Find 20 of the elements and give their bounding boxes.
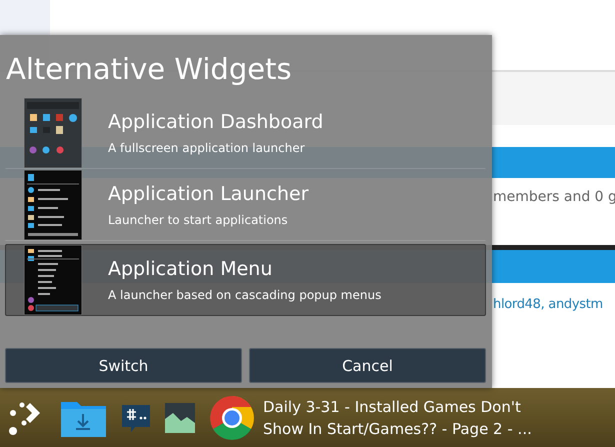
widget-item[interactable]: Application Dashboard A fullscreen application launcher: [5, 97, 486, 169]
dialog-title: Alternative Widgets: [6, 51, 292, 88]
widget-name: Application Dashboard: [108, 111, 324, 133]
preview-drawing: [24, 170, 82, 240]
dialog-button[interactable]: Cancel: [249, 348, 486, 383]
widget-description: A launcher based on cascading popup menus: [108, 288, 382, 302]
image-viewer-icon[interactable]: [165, 402, 195, 432]
widget-description: Launcher to start applications: [108, 213, 288, 227]
member-link[interactable]: hlord48, andystm: [493, 296, 603, 312]
chrome-icon[interactable]: [209, 394, 255, 440]
preview-drawing: [24, 245, 82, 315]
widget-name: Application Menu: [108, 258, 272, 280]
widget-item[interactable]: Application Menu A launcher based on cascading popup menus: [5, 244, 486, 316]
window-title[interactable]: Daily 3-31 - Installed Games Don't Show In Start/Games?? - Page 2 - ...: [263, 396, 533, 440]
widget-item[interactable]: Application Launcher Launcher to start applications: [5, 169, 486, 241]
chat-icon[interactable]: [121, 402, 151, 432]
dialog-button[interactable]: Switch: [5, 348, 242, 383]
widget-description: A fullscreen application launcher: [108, 141, 305, 155]
preview-drawing: [24, 98, 82, 168]
widget-name: Application Launcher: [108, 183, 309, 205]
